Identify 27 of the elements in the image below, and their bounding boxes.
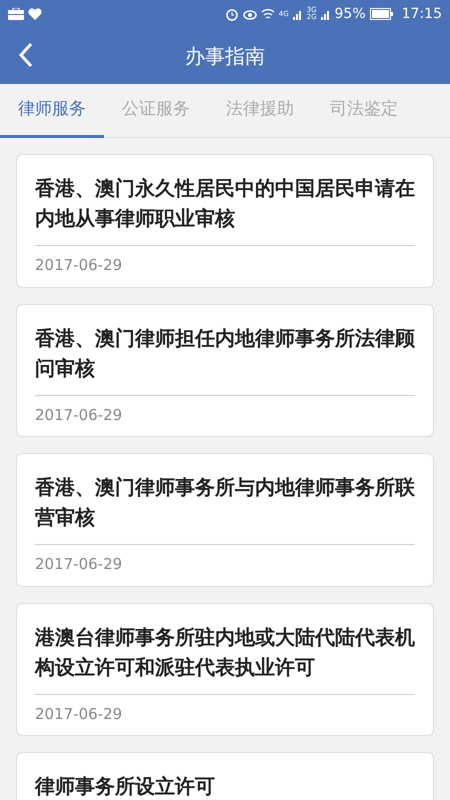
guide-card[interactable]: 港澳台律师事务所驻内地或大陆代陆代表机构设立许可和派驻代表执业许可 2017-06-29 (16, 602, 434, 736)
item-title: 港澳台律师事务所驻内地或大陆代陆代表机构设立许可和派驻代表执业许可 (35, 624, 415, 680)
item-title: 香港、澳门律师担任内地律师事务所法律顾问审核 (35, 324, 415, 382)
briefcase-icon (8, 8, 24, 20)
guide-card[interactable]: 香港、澳门永久性居民中的中国居民申请在内地从事律师职业审核 2017-06-29 (16, 154, 434, 288)
item-title: 香港、澳门律师事务所与内地律师事务所联营审核 (35, 474, 415, 531)
tab[interactable]: 律师服务 (0, 84, 104, 138)
alarm-icon (224, 7, 239, 21)
item-title: 香港、澳门永久性居民中的中国居民申请在内地从事律师职业审核 (35, 175, 415, 232)
battery-percent: 95% (334, 4, 366, 24)
guide-card[interactable]: 律师事务所设立许可 (16, 752, 434, 800)
item-date: 2017-06-29 (35, 255, 124, 276)
item-date: 2017-06-29 (35, 704, 124, 724)
item-date: 2017-06-29 (35, 554, 124, 575)
item-date: 2017-06-29 (35, 404, 124, 426)
guide-card[interactable]: 香港、澳门律师担任内地律师事务所法律顾问审核 2017-06-29 (16, 304, 434, 437)
page-title: 办事指南 (185, 43, 265, 70)
signal-icon (320, 8, 331, 20)
wifi-icon (260, 8, 275, 20)
heart-icon (28, 8, 42, 20)
eye-icon (242, 8, 257, 20)
battery-icon (370, 8, 394, 20)
clock: 17:15 (402, 4, 442, 24)
signal-icon (292, 8, 303, 20)
back-icon[interactable] (18, 42, 34, 68)
guide-card[interactable]: 香港、澳门律师事务所与内地律师事务所联营审核 2017-06-29 (16, 453, 434, 586)
item-title: 律师事务所设立许可 (35, 773, 216, 800)
